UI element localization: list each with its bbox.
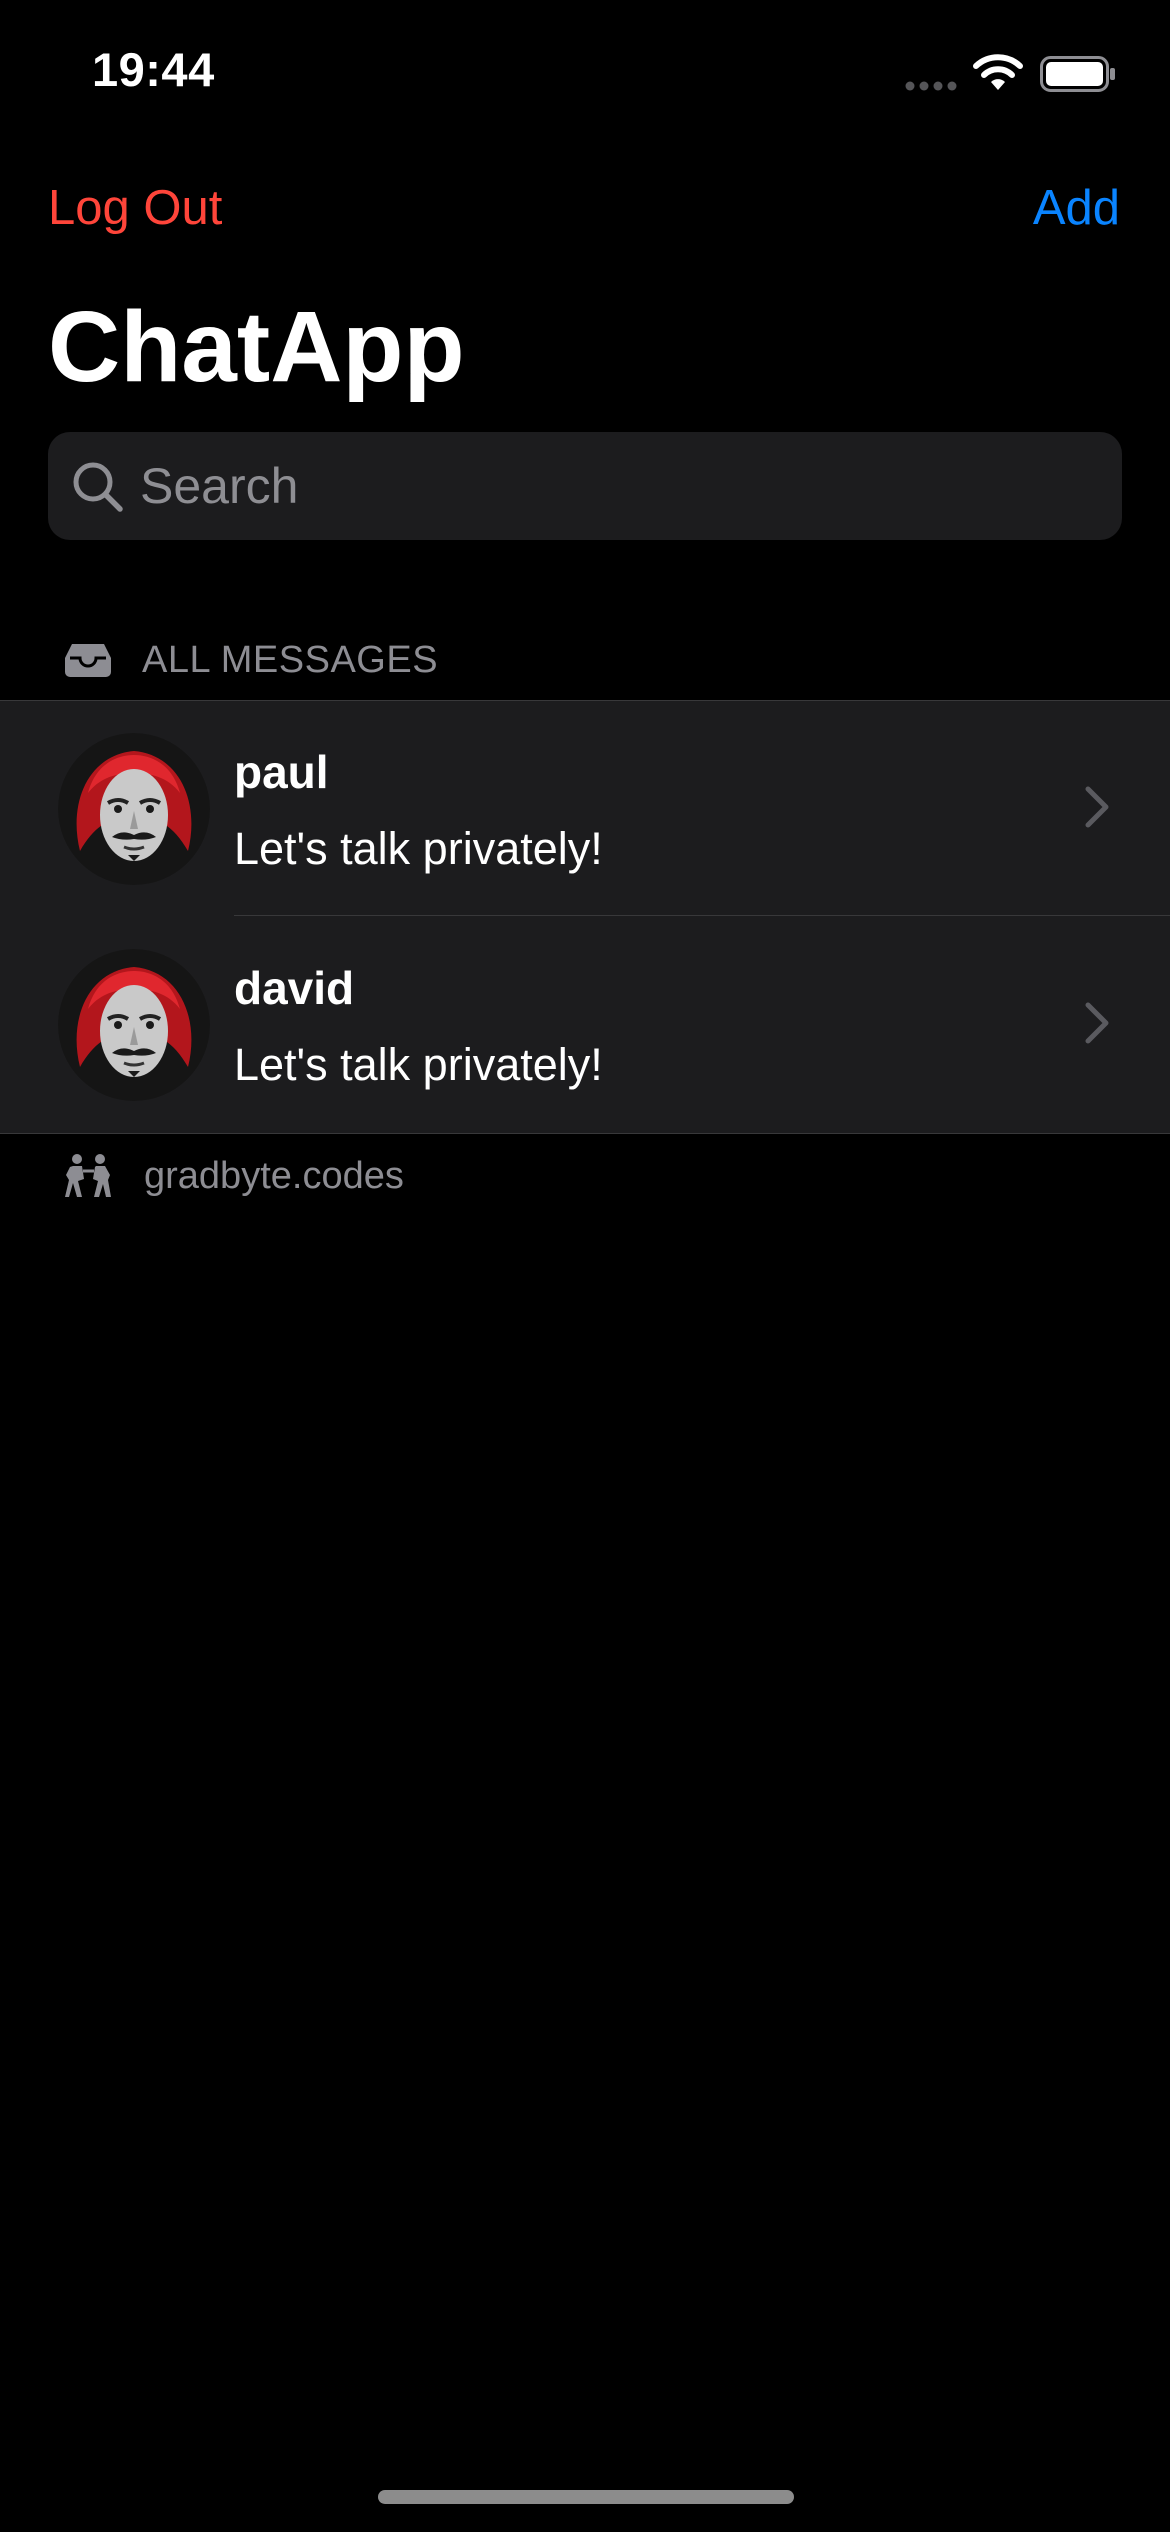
cellular-signal-icon (905, 81, 957, 91)
search-icon (73, 462, 123, 512)
chevron-right-icon (1085, 1002, 1109, 1044)
footer: gradbyte.codes (64, 1150, 404, 1202)
status-time: 19:44 (92, 43, 215, 96)
conversation-preview: Let's talk privately! (234, 823, 603, 874)
logout-button[interactable]: Log Out (48, 180, 222, 236)
mask-avatar-icon (58, 733, 210, 885)
home-indicator[interactable] (378, 2490, 794, 2504)
conversation-row-david[interactable]: david Let's talk privately! (0, 917, 1170, 1133)
conversation-list: paul Let's talk privately! david Let's t… (0, 700, 1170, 1134)
tray-icon (65, 644, 111, 677)
people-icon (65, 1154, 111, 1197)
row-separator (234, 915, 1170, 916)
wifi-icon (973, 54, 1023, 90)
conversation-preview: Let's talk privately! (234, 1039, 603, 1090)
status-bar: 19:44 (0, 0, 1170, 150)
page-title: ChatApp (48, 291, 465, 403)
section-header: ALL MESSAGES (64, 632, 438, 688)
chevron-right-icon (1085, 786, 1109, 828)
conversation-name: david (234, 962, 355, 1014)
search-bar[interactable] (48, 432, 1122, 540)
section-header-label: ALL MESSAGES (142, 638, 439, 681)
avatar (58, 949, 210, 1101)
battery-icon (1040, 56, 1115, 92)
mask-avatar-icon (58, 949, 210, 1101)
avatar (58, 733, 210, 885)
conversation-name: paul (234, 746, 329, 798)
conversation-row-paul[interactable]: paul Let's talk privately! (0, 701, 1170, 917)
search-input[interactable] (140, 432, 1100, 540)
add-button[interactable]: Add (1033, 180, 1120, 236)
footer-label: gradbyte.codes (144, 1154, 404, 1197)
